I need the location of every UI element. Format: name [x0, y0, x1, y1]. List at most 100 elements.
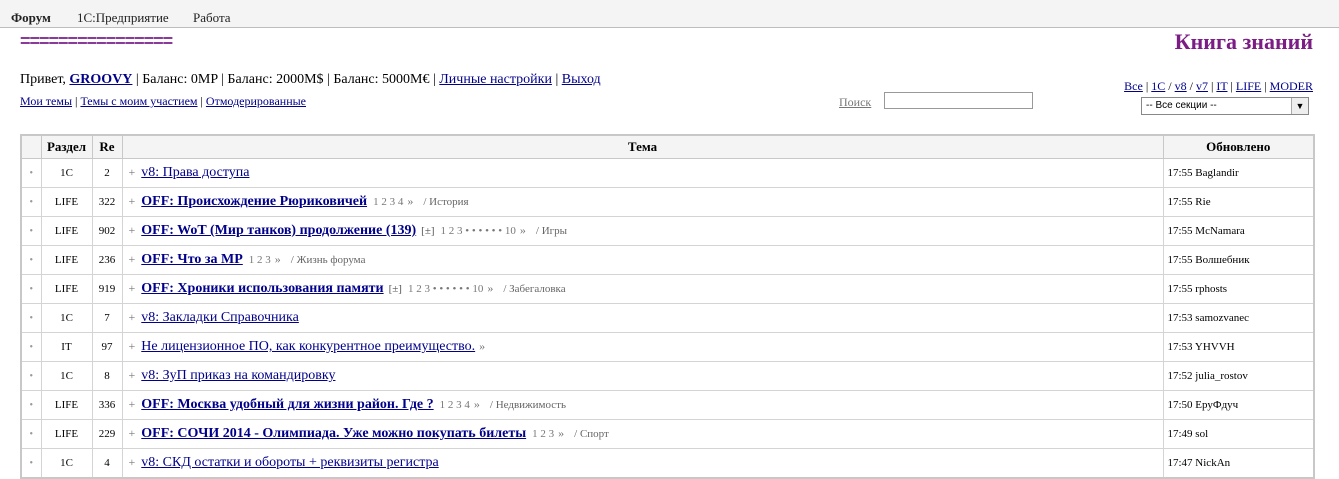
- row-replies: 919: [91, 274, 123, 304]
- row-updated: 17:55 McNamara: [1162, 216, 1315, 246]
- topic-pages[interactable]: 1 2 3 4: [440, 399, 470, 411]
- header-updated: Обновлено: [1162, 134, 1315, 159]
- top-navigation: Форум 1С:Предприятие Работа: [0, 0, 1339, 28]
- section-link-v7[interactable]: v7: [1196, 79, 1208, 93]
- table-row: • LIFE 902 + OFF: WoT (Мир танков) продолжен…: [20, 216, 1315, 246]
- row-topic: + OFF: Происхождение Рюриковичей 1 2 3 4 » /…: [121, 187, 1164, 217]
- last-page-link[interactable]: »: [479, 339, 485, 353]
- topic-link[interactable]: v8: ЗуП приказ на командировку: [141, 368, 335, 383]
- expand-plus-icon[interactable]: +: [129, 223, 136, 237]
- section-link-moder[interactable]: MODER: [1270, 79, 1313, 93]
- row-topic: + OFF: Москва удобный для жизни район. Гд…: [121, 390, 1164, 420]
- row-updated: 17:55 Rie: [1162, 187, 1315, 217]
- expand-plus-icon[interactable]: +: [129, 281, 136, 295]
- topic-pages[interactable]: 1 2 3 • • • • • • 10: [408, 283, 483, 295]
- header-topic: Тема: [121, 134, 1164, 159]
- section-links: Все | 1С / v8 / v7 | IT | LIFE | MODER: [1124, 79, 1313, 93]
- topic-category: / Недвижимость: [489, 399, 566, 411]
- row-topic: + OFF: WoT (Мир танков) продолжение (139)…: [121, 216, 1164, 246]
- row-bullet-icon: •: [20, 158, 42, 188]
- topic-pages[interactable]: 1 2 3 4: [373, 196, 403, 208]
- topics-table: Раздел Re Тема Обновлено • 1C 2 + v8: Права …: [20, 134, 1315, 479]
- expand-plus-icon[interactable]: +: [129, 194, 136, 208]
- row-section: LIFE: [40, 274, 93, 304]
- topic-link[interactable]: OFF: Что за МР: [141, 252, 243, 267]
- topic-link[interactable]: v8: Закладки Справочника: [141, 310, 299, 325]
- topic-category: / Жизнь форума: [290, 254, 366, 266]
- topic-link[interactable]: OFF: WoT (Мир танков) продолжение (139): [141, 223, 416, 238]
- expand-plus-icon[interactable]: +: [129, 368, 136, 382]
- section-link-v8[interactable]: v8: [1175, 79, 1187, 93]
- row-section: IT: [40, 332, 93, 362]
- row-replies: 97: [91, 332, 123, 362]
- topic-category: / Забегаловка: [503, 283, 566, 295]
- section-select[interactable]: -- Все секции -- ▼: [1141, 97, 1309, 115]
- expand-toggle[interactable]: [±]: [421, 225, 434, 237]
- user-bar: Привет, GROOVY | Баланс: 0MP | Баланс: 2…: [20, 72, 601, 88]
- participated-topics-link[interactable]: Темы с моим участием: [80, 94, 197, 108]
- topic-category: / Игры: [535, 225, 568, 237]
- row-updated: 17:52 julia_rostov: [1162, 361, 1315, 391]
- row-replies: 902: [91, 216, 123, 246]
- row-topic: + OFF: Что за МР 1 2 3 » / Жизнь форума: [121, 245, 1164, 275]
- nav-1c-enterprise[interactable]: 1С:Предприятие: [77, 10, 169, 26]
- my-topics-link[interactable]: Мои темы: [20, 94, 72, 108]
- row-updated: 17:53 YHVVH: [1162, 332, 1315, 362]
- topic-link[interactable]: v8: Права доступа: [141, 165, 249, 180]
- username-link[interactable]: GROOVY: [69, 72, 132, 87]
- row-replies: 336: [91, 390, 123, 420]
- topic-link[interactable]: Не лицензионное ПО, как конкурентное пре…: [141, 339, 475, 354]
- row-topic: + v8: Закладки Справочника: [121, 303, 1164, 333]
- row-replies: 2: [91, 158, 123, 188]
- expand-plus-icon[interactable]: +: [129, 310, 136, 324]
- section-link-it[interactable]: IT: [1216, 79, 1227, 93]
- table-row: • 1C 8 + v8: ЗуП приказ на командировку 17:52…: [20, 361, 1315, 391]
- row-section: 1C: [40, 448, 93, 479]
- table-row: • LIFE 322 + OFF: Происхождение Рюриковичей 1…: [20, 187, 1315, 217]
- topic-link[interactable]: OFF: Происхождение Рюриковичей: [141, 194, 367, 209]
- moderated-link[interactable]: Отмодерированные: [206, 94, 306, 108]
- topic-category: / Спорт: [574, 428, 609, 440]
- expand-plus-icon[interactable]: +: [129, 455, 136, 469]
- topic-link[interactable]: OFF: СОЧИ 2014 - Олимпиада. Уже можно по…: [141, 426, 526, 441]
- last-page-link[interactable]: »: [407, 194, 413, 208]
- section-link-all[interactable]: Все: [1124, 79, 1143, 93]
- expand-plus-icon[interactable]: +: [129, 426, 136, 440]
- row-topic: + Не лицензионное ПО, как конкурентное пр…: [121, 332, 1164, 362]
- topic-pages[interactable]: 1 2 3: [532, 428, 554, 440]
- row-bullet-icon: •: [20, 361, 42, 391]
- logout-link[interactable]: Выход: [562, 72, 601, 87]
- topic-pages[interactable]: 1 2 3: [249, 254, 271, 266]
- row-updated: 17:49 sol: [1162, 419, 1315, 449]
- last-page-link[interactable]: »: [487, 281, 493, 295]
- chevron-down-icon[interactable]: ▼: [1291, 98, 1308, 114]
- settings-link[interactable]: Личные настройки: [439, 72, 552, 87]
- expand-plus-icon[interactable]: +: [129, 339, 136, 353]
- section-link-life[interactable]: LIFE: [1236, 79, 1261, 93]
- search-label[interactable]: Поиск: [839, 95, 871, 110]
- expand-plus-icon[interactable]: +: [129, 397, 136, 411]
- topic-link[interactable]: OFF: Хроники использования памяти: [141, 281, 383, 296]
- table-header-row: Раздел Re Тема Обновлено: [20, 134, 1315, 159]
- search-input[interactable]: [884, 92, 1033, 109]
- topic-link[interactable]: OFF: Москва удобный для жизни район. Где…: [141, 397, 433, 412]
- row-updated: 17:55 Волшебник: [1162, 245, 1315, 275]
- nav-work[interactable]: Работа: [193, 10, 231, 26]
- expand-plus-icon[interactable]: +: [129, 165, 136, 179]
- row-bullet-icon: •: [20, 419, 42, 449]
- last-page-link[interactable]: »: [275, 252, 281, 266]
- expand-plus-icon[interactable]: +: [129, 252, 136, 266]
- topic-link[interactable]: v8: СКД остатки и обороты + реквизиты ре…: [141, 455, 438, 470]
- table-row: • 1C 2 + v8: Права доступа 17:55 Baglandir: [20, 158, 1315, 188]
- last-page-link[interactable]: »: [520, 223, 526, 237]
- row-replies: 322: [91, 187, 123, 217]
- row-section: LIFE: [40, 216, 93, 246]
- last-page-link[interactable]: »: [558, 426, 564, 440]
- expand-toggle[interactable]: [±]: [389, 283, 402, 295]
- section-link-1c[interactable]: 1С: [1151, 79, 1165, 93]
- topic-pages[interactable]: 1 2 3 • • • • • • 10: [441, 225, 516, 237]
- nav-forum[interactable]: Форум: [11, 10, 51, 26]
- row-bullet-icon: •: [20, 245, 42, 275]
- last-page-link[interactable]: »: [474, 397, 480, 411]
- row-topic: + v8: Права доступа: [121, 158, 1164, 188]
